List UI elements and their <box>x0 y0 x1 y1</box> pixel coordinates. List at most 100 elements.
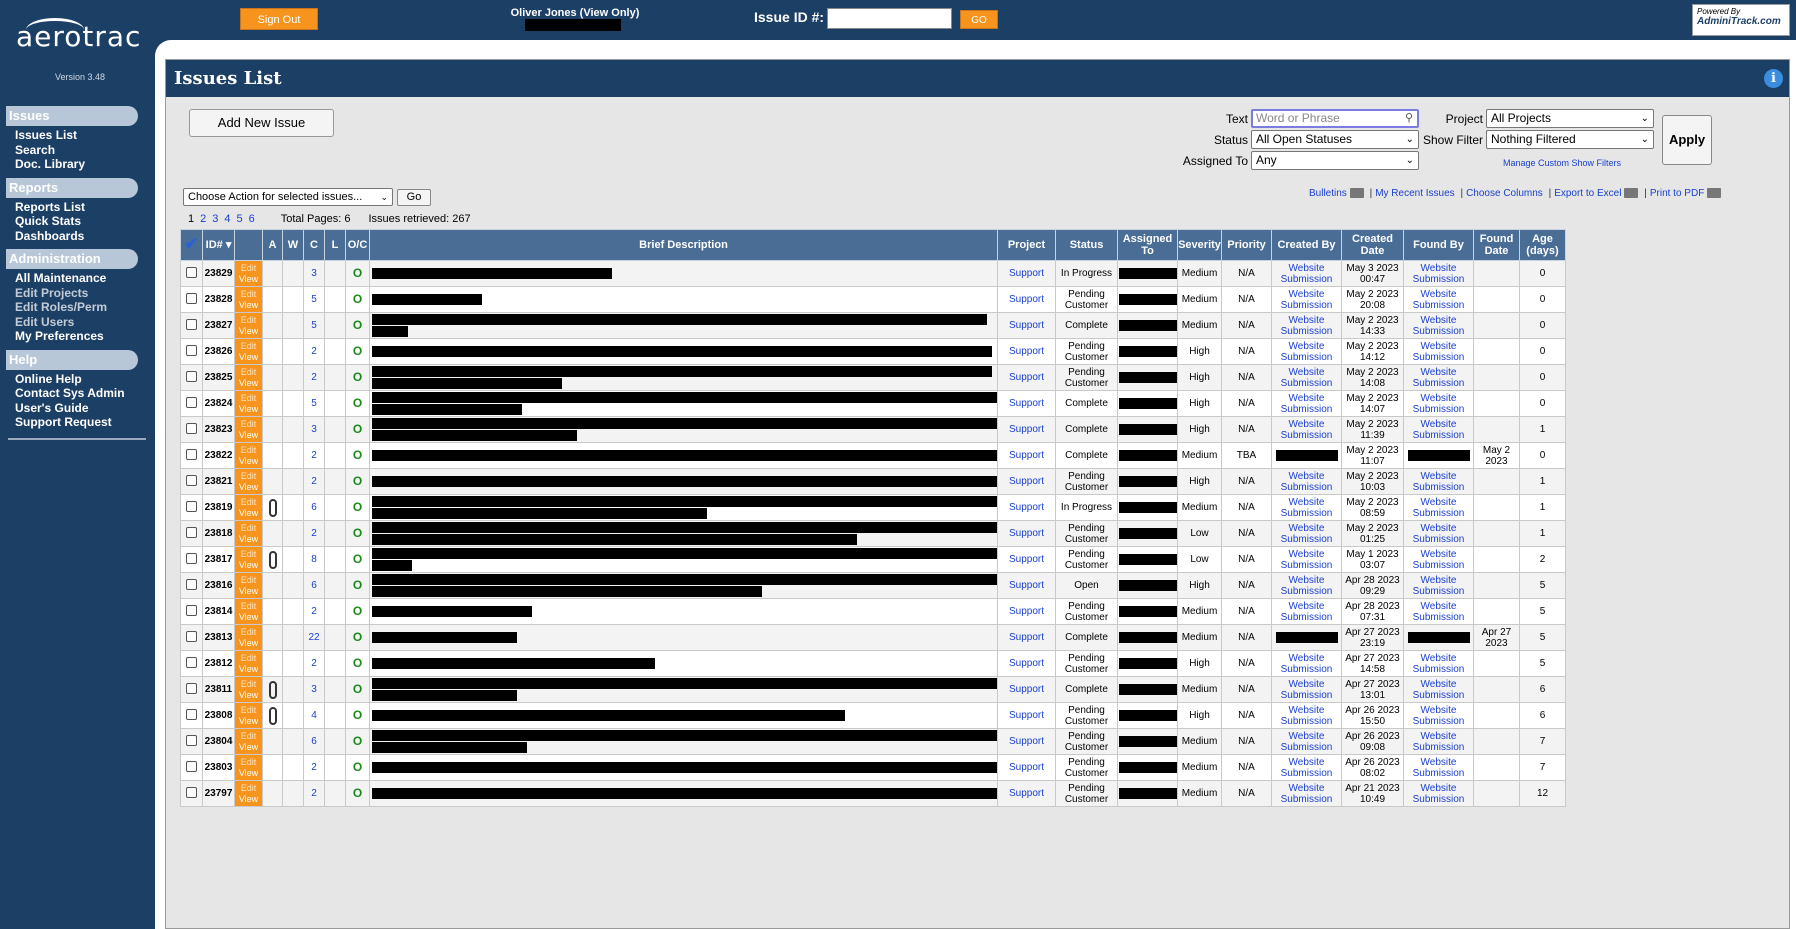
edit-link[interactable]: Edit <box>236 497 262 508</box>
issue-id[interactable]: 23816 <box>202 572 235 599</box>
issue-id[interactable]: 23826 <box>202 338 235 365</box>
brief-description[interactable] <box>369 416 998 443</box>
issue-id[interactable]: 23813 <box>202 624 235 651</box>
sidebar-item-contact-sys-admin[interactable]: Contact Sys Admin <box>15 386 150 401</box>
row-checkbox[interactable] <box>186 734 197 746</box>
created-by[interactable]: Website Submission <box>1271 572 1342 599</box>
found-by[interactable] <box>1403 624 1474 651</box>
project-link[interactable]: Support <box>997 650 1056 677</box>
comment-count[interactable]: 2 <box>303 754 325 781</box>
view-link[interactable]: View <box>236 274 262 285</box>
created-by[interactable]: Website Submission <box>1271 520 1342 547</box>
project-link[interactable]: Support <box>997 338 1056 365</box>
view-link[interactable]: View <box>236 664 262 675</box>
row-select-cell[interactable] <box>180 546 203 573</box>
brief-description[interactable] <box>369 650 998 677</box>
row-select-cell[interactable] <box>180 286 203 313</box>
row-checkbox[interactable] <box>186 656 197 668</box>
sidebar-item-all-maintenance[interactable]: All Maintenance <box>15 271 150 286</box>
issue-id[interactable]: 23827 <box>202 312 235 339</box>
row-select-cell[interactable] <box>180 416 203 443</box>
issue-go-button[interactable]: GO <box>960 10 998 29</box>
comment-count[interactable]: 5 <box>303 286 325 313</box>
brief-description[interactable] <box>369 546 998 573</box>
project-link[interactable]: Support <box>997 494 1056 521</box>
comment-count[interactable]: 2 <box>303 442 325 469</box>
found-by[interactable] <box>1403 442 1474 469</box>
issue-id[interactable]: 23823 <box>202 416 235 443</box>
created-by[interactable]: Website Submission <box>1271 468 1342 495</box>
issue-id[interactable]: 23814 <box>202 598 235 625</box>
row-checkbox[interactable] <box>186 500 197 512</box>
column-header-found-by[interactable]: Found By <box>1403 229 1474 261</box>
project-link[interactable]: Support <box>997 598 1056 625</box>
row-checkbox[interactable] <box>186 396 197 408</box>
found-by[interactable]: Website Submission <box>1403 676 1474 703</box>
created-by[interactable]: Website Submission <box>1271 702 1342 729</box>
paperclip-icon[interactable] <box>268 498 277 517</box>
row-select-cell[interactable] <box>180 520 203 547</box>
row-checkbox[interactable] <box>186 630 197 642</box>
print-pdf-link[interactable]: Print to PDF <box>1650 188 1704 199</box>
edit-link[interactable]: Edit <box>236 471 262 482</box>
sidebar-item-doc-library[interactable]: Doc. Library <box>15 157 150 172</box>
view-link[interactable]: View <box>236 638 262 649</box>
page-link-5[interactable]: 5 <box>237 213 243 225</box>
comment-count[interactable]: 4 <box>303 702 325 729</box>
edit-link[interactable]: Edit <box>236 289 262 300</box>
export-excel-link[interactable]: Export to Excel <box>1554 188 1621 199</box>
comment-count[interactable]: 2 <box>303 520 325 547</box>
row-checkbox[interactable] <box>186 292 197 304</box>
issue-id[interactable]: 23818 <box>202 520 235 547</box>
brief-description[interactable] <box>369 728 998 755</box>
view-link[interactable]: View <box>236 508 262 519</box>
mail-icon[interactable] <box>1349 188 1364 199</box>
view-link[interactable]: View <box>236 326 262 337</box>
column-header-created-by[interactable]: Created By <box>1271 229 1342 261</box>
found-by[interactable]: Website Submission <box>1403 780 1474 807</box>
row-checkbox[interactable] <box>186 344 197 356</box>
column-header-brief-description[interactable]: Brief Description <box>369 229 998 261</box>
sidebar-item-issues-list[interactable]: Issues List <box>15 128 150 143</box>
row-select-cell[interactable] <box>180 624 203 651</box>
comment-count[interactable]: 5 <box>303 312 325 339</box>
created-by[interactable]: Website Submission <box>1271 546 1342 573</box>
created-by[interactable] <box>1271 442 1342 469</box>
created-by[interactable]: Website Submission <box>1271 286 1342 313</box>
project-link[interactable]: Support <box>997 390 1056 417</box>
issue-id[interactable]: 23808 <box>202 702 235 729</box>
project-link[interactable]: Support <box>997 286 1056 313</box>
sidebar-item-online-help[interactable]: Online Help <box>15 372 150 387</box>
brief-description[interactable] <box>369 312 998 339</box>
row-select-cell[interactable] <box>180 572 203 599</box>
row-select-cell[interactable] <box>180 780 203 807</box>
printer-icon[interactable] <box>1707 188 1722 199</box>
column-header-l[interactable]: L <box>324 229 346 261</box>
edit-link[interactable]: Edit <box>236 627 262 638</box>
row-checkbox[interactable] <box>186 526 197 538</box>
comment-count[interactable]: 2 <box>303 468 325 495</box>
created-by[interactable]: Website Submission <box>1271 676 1342 703</box>
project-link[interactable]: Support <box>997 572 1056 599</box>
powered-by-badge[interactable]: Powered By AdminiTrack.com <box>1692 4 1790 36</box>
found-by[interactable]: Website Submission <box>1403 520 1474 547</box>
row-select-cell[interactable] <box>180 598 203 625</box>
found-by[interactable]: Website Submission <box>1403 598 1474 625</box>
aerotrac-logo[interactable]: aerotrac <box>16 18 141 53</box>
bulletins-link[interactable]: Bulletins <box>1309 188 1347 199</box>
project-link[interactable]: Support <box>997 260 1056 287</box>
page-link-2[interactable]: 2 <box>200 213 206 225</box>
row-checkbox[interactable] <box>186 786 197 798</box>
row-select-cell[interactable] <box>180 754 203 781</box>
issue-id[interactable]: 23819 <box>202 494 235 521</box>
row-select-cell[interactable] <box>180 260 203 287</box>
sidebar-item-my-preferences[interactable]: My Preferences <box>15 329 150 344</box>
view-link[interactable]: View <box>236 430 262 441</box>
brief-description[interactable] <box>369 286 998 313</box>
row-checkbox[interactable] <box>186 422 197 434</box>
issue-id[interactable]: 23822 <box>202 442 235 469</box>
choose-columns-link[interactable]: Choose Columns <box>1466 188 1543 199</box>
sidebar-item-reports-list[interactable]: Reports List <box>15 200 150 215</box>
found-by[interactable]: Website Submission <box>1403 728 1474 755</box>
brief-description[interactable] <box>369 572 998 599</box>
